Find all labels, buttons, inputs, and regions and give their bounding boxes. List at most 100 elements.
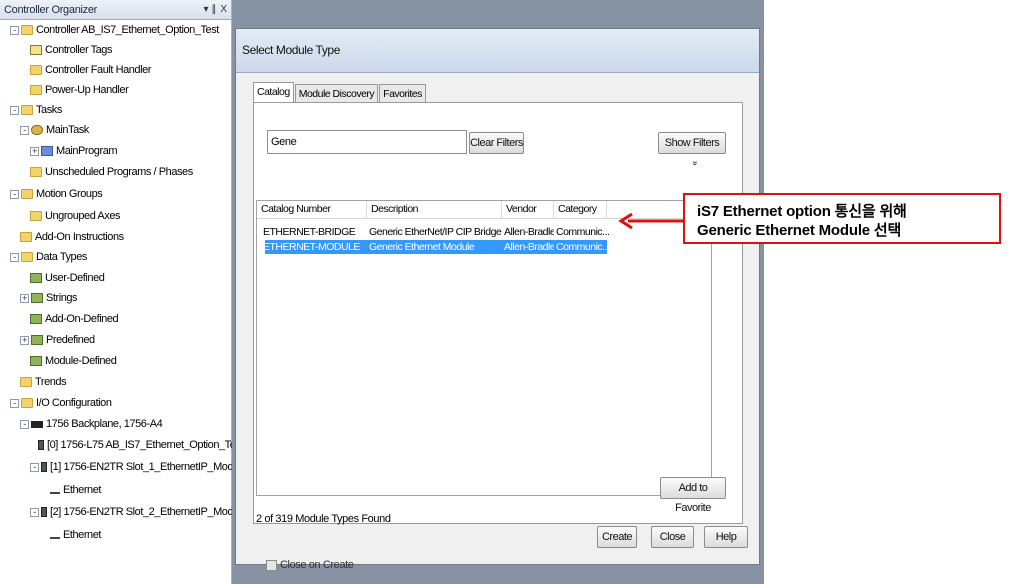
tree-node[interactable]: - [1] 1756-EN2TR Slot_1_EthernetIP_Module (30, 457, 247, 477)
tree-node[interactable]: Power-Up Handler (30, 80, 129, 100)
tree-node[interactable]: - Data Types (10, 247, 87, 267)
folder-icon (30, 85, 42, 96)
close-icon[interactable]: X (220, 4, 227, 15)
collapse-icon[interactable]: - (10, 25, 19, 35)
datatype-icon (31, 293, 43, 304)
tree-node-label: MainProgram (56, 145, 118, 157)
tree-node[interactable]: - Motion Groups (10, 184, 103, 204)
expand-icon[interactable]: + (20, 335, 29, 345)
column-description[interactable]: Description (367, 201, 502, 218)
annotation-callout: iS7 Ethernet option 통신을 위해 Generic Ether… (683, 193, 1001, 244)
tree-node[interactable]: Ungrouped Axes (30, 206, 120, 226)
list-cell-category: Communic... (556, 226, 610, 238)
close-button[interactable]: Close (651, 526, 694, 548)
collapse-icon[interactable]: - (10, 189, 19, 199)
tree-node[interactable]: Controller Tags (30, 40, 112, 60)
tree-node[interactable]: + Strings (20, 288, 78, 308)
tree-node-label: Add-On Instructions (35, 231, 124, 243)
list-item[interactable]: ETHERNET-BRIDGE Generic EtherNet/IP CIP B… (263, 225, 610, 239)
tree-node-label: Module-Defined (45, 355, 117, 367)
tree-node-label: Controller AB_IS7_Ethernet_Option_Test (36, 24, 219, 36)
collapse-icon[interactable]: - (10, 252, 19, 262)
annotation-line-1: iS7 Ethernet option 통신을 위해 (697, 203, 907, 220)
tree-node[interactable]: Unscheduled Programs / Phases (30, 162, 193, 182)
collapse-icon[interactable]: - (20, 125, 29, 135)
datatype-icon (30, 273, 42, 284)
dialog-title-bar: Select Module Type (236, 29, 759, 73)
create-button[interactable]: Create (597, 526, 637, 548)
expand-icon[interactable]: + (30, 146, 39, 156)
collapse-icon[interactable]: - (30, 462, 39, 472)
tree-node-label: Strings (46, 292, 78, 304)
collapse-icon[interactable]: - (20, 419, 29, 429)
tree-node-label: I/O Configuration (36, 397, 112, 409)
checkbox-box[interactable] (266, 559, 277, 571)
folder-icon (21, 25, 33, 36)
tab-favorites[interactable]: Favorites (379, 84, 426, 102)
tree-node[interactable]: Ethernet (50, 525, 101, 545)
tree-node[interactable]: + Predefined (20, 330, 95, 350)
help-button[interactable]: Help (704, 526, 748, 548)
list-cell-vendor: Allen-Bradley (504, 226, 554, 238)
folder-icon (20, 232, 32, 243)
tree-node[interactable]: Add-On-Defined (30, 309, 119, 329)
task-icon (31, 125, 43, 136)
tree-node[interactable]: - MainTask (20, 120, 89, 140)
tree-node-label: Controller Fault Handler (45, 64, 151, 76)
list-cell-catalog: ETHERNET-MODULE (263, 241, 360, 253)
tab-catalog[interactable]: Catalog (253, 82, 294, 102)
tree-node[interactable]: - Tasks (10, 100, 62, 120)
column-vendor[interactable]: Vendor (502, 201, 554, 218)
tree-node[interactable]: - 1756 Backplane, 1756-A4 (20, 414, 163, 434)
column-category[interactable]: Category (554, 201, 607, 218)
tree-node[interactable]: - [2] 1756-EN2TR Slot_2_EthernetIP_Module (30, 502, 247, 522)
column-catalog-number[interactable]: Catalog Number (257, 201, 367, 218)
tree-node[interactable]: Controller Fault Handler (30, 60, 151, 80)
tree-node[interactable]: Add-On Instructions (20, 227, 124, 247)
expand-icon[interactable]: + (20, 293, 29, 303)
tree-node-label: [0] 1756-L75 AB_IS7_Ethernet_Option_Test (47, 439, 244, 451)
show-filters-button[interactable]: Show Filters » (658, 132, 726, 165)
tree-node-label: Tasks (36, 104, 62, 116)
tree-node[interactable]: Trends (20, 372, 67, 392)
select-module-type-dialog: Select Module Type Catalog Module Discov… (235, 28, 760, 571)
tree-node[interactable]: Module-Defined (30, 351, 117, 371)
tab-module-discovery[interactable]: Module Discovery (294, 84, 379, 102)
list-cell-category: Communic... (556, 241, 610, 253)
tree-node-label: Unscheduled Programs / Phases (45, 166, 193, 178)
list-cell-description: Generic EtherNet/IP CIP Bridge (369, 226, 502, 238)
collapse-icon[interactable]: - (10, 398, 19, 408)
controller-module-icon (38, 440, 44, 451)
program-icon (41, 146, 53, 157)
dialog-tabs: Catalog Module Discovery Favorites (253, 82, 427, 102)
pin-icon[interactable]: ▾ ∥ (204, 4, 217, 15)
list-cell-vendor: Allen-Bradley (504, 241, 554, 253)
tree-node[interactable]: + MainProgram (30, 141, 118, 161)
module-icon (41, 507, 47, 518)
tree-node[interactable]: [0] 1756-L75 AB_IS7_Ethernet_Option_Test (38, 435, 243, 455)
tree-node[interactable]: User-Defined (30, 268, 105, 288)
tree-node-label: User-Defined (45, 272, 105, 284)
tree-node[interactable]: - I/O Configuration (10, 393, 112, 413)
list-item[interactable]: ETHERNET-MODULE Generic Ethernet Module Al… (263, 240, 610, 254)
tree-node[interactable]: - Controller AB_IS7_Ethernet_Option_Test (10, 20, 219, 40)
close-on-create-checkbox[interactable]: Close on Create (266, 559, 354, 571)
annotation-line-2: Generic Ethernet Module 선택 (697, 222, 902, 239)
dialog-title: Select Module Type (242, 43, 340, 57)
module-count-text: 2 of 319 Module Types Found (256, 513, 391, 525)
collapse-icon[interactable]: - (30, 507, 39, 517)
tree-node-label: Ungrouped Axes (45, 210, 121, 222)
search-input[interactable] (267, 130, 467, 154)
clear-filters-button[interactable]: Clear Filters (469, 132, 524, 154)
module-list[interactable]: Catalog Number Description Vendor Catego… (256, 200, 712, 496)
tree-node-label: Predefined (46, 334, 95, 346)
folder-icon (21, 252, 33, 263)
tree-node-label: [2] 1756-EN2TR Slot_2_EthernetIP_Module (50, 506, 247, 518)
tree-node[interactable]: Ethernet (50, 480, 101, 500)
collapse-icon[interactable]: - (10, 105, 19, 115)
backplane-icon (31, 420, 43, 428)
add-to-favorite-button[interactable]: Add to Favorite (660, 477, 726, 514)
list-cell-catalog: ETHERNET-BRIDGE (263, 226, 356, 238)
folder-icon (30, 65, 42, 76)
folder-icon (21, 398, 33, 409)
